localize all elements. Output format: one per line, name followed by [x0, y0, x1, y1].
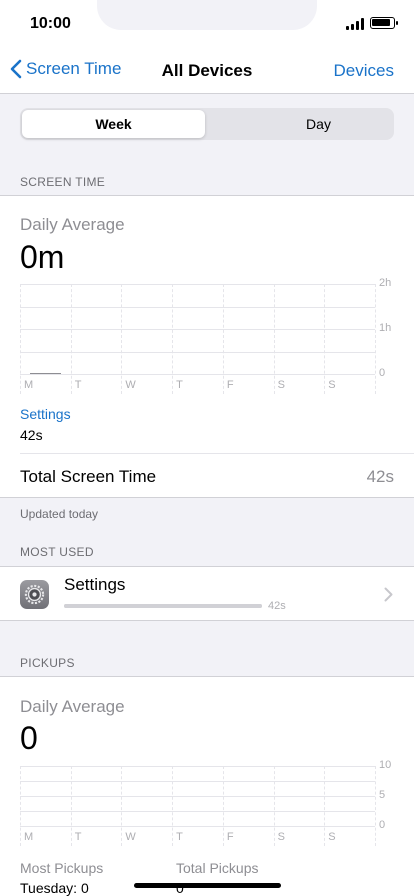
chart-day-separator [375, 766, 376, 846]
segment-day[interactable]: Day [227, 110, 410, 138]
chart-day-separator [324, 766, 326, 846]
page-title: All Devices [161, 61, 253, 80]
chart-x-tick: W [125, 379, 136, 391]
chart-gridline [20, 826, 375, 827]
settings-app-link[interactable]: Settings [20, 406, 71, 422]
chart-gridline [20, 781, 375, 782]
week-day-segmented-control: Week Day [20, 108, 394, 140]
usage-bar [64, 604, 262, 608]
chart-y-tick: 10 [379, 759, 392, 771]
chart-x-tick: M [24, 831, 34, 843]
chart-x-tick: T [74, 831, 82, 843]
chart-day-separator [20, 766, 21, 846]
most-used-row[interactable]: Settings 42s [0, 566, 414, 621]
settings-app-time: 42s [20, 427, 43, 443]
chart-day-separator [70, 766, 72, 846]
chart-day-separator [273, 284, 275, 394]
chart-gridline [20, 329, 375, 330]
chart-day-separator [121, 766, 123, 846]
chart-gridline [20, 811, 375, 812]
status-time: 10:00 [30, 15, 71, 32]
most-pickups-value: Tuesday: 0 [20, 880, 89, 896]
pickups-daily-label: Daily Average [20, 697, 125, 716]
chart-day-separator [20, 284, 21, 394]
chart-day-separator [273, 766, 275, 846]
chart-day-separator [324, 284, 326, 394]
chart-gridline [20, 796, 375, 797]
chart-day-separator [375, 284, 376, 394]
chart-x-tick: S [277, 831, 285, 843]
chart-gridline [20, 766, 375, 767]
settings-gear-icon [20, 580, 49, 609]
chevron-left-icon [10, 59, 22, 79]
chart-day-separator [121, 284, 123, 394]
battery-icon [370, 17, 398, 29]
screen-time-chart: 2h 1h 0 M T W T F S S [20, 277, 414, 394]
total-pickups-label: Total Pickups [176, 860, 259, 876]
chart-day-separator [222, 766, 224, 846]
device-notch [97, 0, 317, 30]
chart-x-tick: T [176, 831, 183, 843]
chart-day-separator [172, 284, 174, 394]
chart-y-tick: 0 [379, 367, 386, 379]
back-button-label: Screen Time [26, 59, 122, 78]
chart-y-tick: 2h [379, 277, 392, 289]
chart-x-tick: W [125, 831, 136, 843]
chart-x-tick: S [277, 379, 285, 391]
chart-gridline [20, 374, 375, 375]
chart-gridline [20, 351, 375, 353]
chart-gridline [20, 306, 375, 308]
pickups-card: Daily Average 0 10 5 0 M T W T F S S Most Pickups… [0, 676, 414, 896]
most-pickups-label: Most Pickups [20, 860, 104, 876]
chart-x-tick: F [226, 831, 234, 843]
chart-y-tick: 1h [379, 322, 392, 334]
pickups-chart: 10 5 0 M T W T F S S [20, 759, 414, 846]
screen-time-header: SCREEN TIME [20, 175, 106, 189]
total-screen-time-label: Total Screen Time [20, 467, 157, 486]
usage-bar-fill [64, 604, 262, 608]
chart-day-separator [70, 284, 72, 394]
status-bar: 10:00 [0, 0, 414, 48]
most-used-header: MOST USED [20, 545, 94, 559]
screen-time-card: Daily Average 0m 2h 1h 0 M T W T F S S Settings 4… [0, 195, 414, 498]
pickups-daily-value: 0 [20, 720, 38, 756]
chevron-right-icon [384, 587, 393, 602]
chart-x-tick: T [74, 379, 82, 391]
chart-x-tick: M [24, 379, 34, 391]
chart-x-tick: T [176, 379, 183, 391]
pickups-header: PICKUPS [20, 656, 75, 670]
chart-y-tick: 0 [379, 819, 386, 831]
screen-time-daily-value: 0m [20, 239, 65, 275]
segment-week[interactable]: Week [22, 110, 205, 138]
chart-x-tick: S [328, 831, 336, 843]
chart-x-tick: F [226, 379, 234, 391]
navigation-bar: Screen Time All Devices Devices [0, 48, 414, 94]
chart-bar [30, 373, 61, 374]
cellular-signal-icon [346, 18, 366, 30]
chart-day-separator [222, 284, 224, 394]
devices-button[interactable]: Devices [334, 61, 394, 81]
updated-note: Updated today [20, 507, 99, 521]
chart-y-tick: 5 [379, 789, 386, 801]
screen-time-daily-label: Daily Average [20, 215, 125, 234]
chart-gridline [20, 284, 375, 285]
back-button[interactable]: Screen Time [10, 59, 121, 79]
most-used-app-time: 42s [268, 600, 286, 612]
divider [20, 453, 414, 454]
home-indicator [134, 883, 281, 888]
chart-day-separator [172, 766, 174, 846]
most-used-app-name: Settings [64, 575, 126, 594]
chart-x-tick: S [328, 379, 336, 391]
total-screen-time-value: 42s [366, 467, 394, 486]
